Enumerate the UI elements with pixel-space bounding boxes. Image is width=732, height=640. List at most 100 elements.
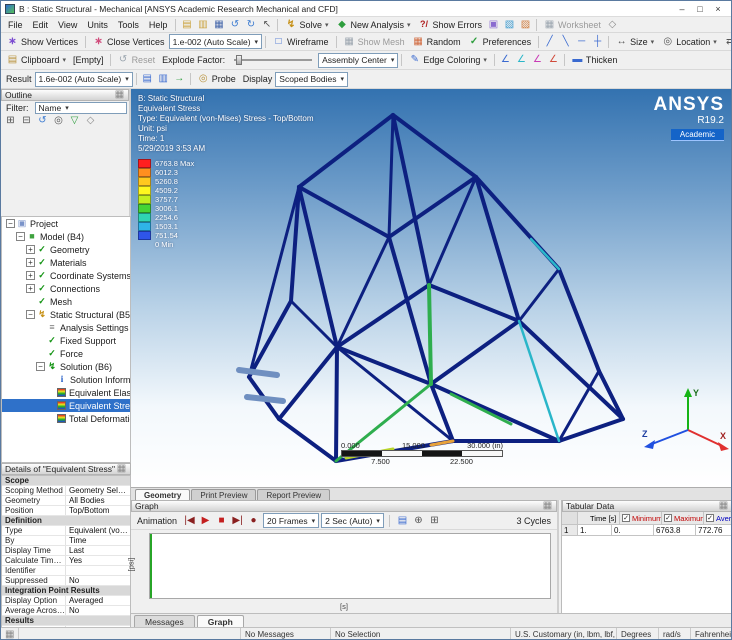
maximum-cell[interactable]: 6763.8: [654, 525, 696, 536]
graphics-viewport[interactable]: B: Static Structural Equivalent Stress Typ…: [131, 89, 731, 487]
chart-zoom-icon[interactable]: ⊕: [411, 514, 426, 528]
solve-button[interactable]: Solve: [281, 17, 332, 32]
details-row[interactable]: Type Equivalent (von-Mises) Stress: [2, 526, 130, 536]
details-row[interactable]: Suppressed No: [2, 576, 130, 586]
average-cell[interactable]: 772.76: [696, 525, 731, 536]
tabular-column-header[interactable]: Time [s]: [578, 512, 620, 525]
tree-expander[interactable]: [6, 219, 15, 228]
tabular-column-header[interactable]: Minimum [psi]: [620, 512, 662, 525]
tab-print-preview[interactable]: Print Preview: [191, 489, 257, 500]
details-row[interactable]: By Time: [2, 536, 130, 546]
details-row[interactable]: Position Top/Bottom: [2, 506, 130, 516]
edge-coloring-button[interactable]: Edge Coloring: [405, 53, 491, 68]
details-row[interactable]: Integration Point Results: [2, 586, 130, 596]
tree-item-total-deformation[interactable]: Total Deformation: [2, 412, 130, 425]
result-scale-select[interactable]: 1.6e-002 (Auto Scale): [34, 71, 133, 87]
tab-graph-bottom[interactable]: Graph: [196, 615, 244, 627]
menu-units[interactable]: Units: [82, 20, 113, 30]
preferences-button[interactable]: Preferences: [465, 34, 536, 49]
column-checkbox[interactable]: [706, 514, 714, 522]
step-last-icon[interactable]: ▶|: [230, 514, 245, 528]
details-row[interactable]: Geometry All Bodies: [2, 496, 130, 506]
menu-file[interactable]: File: [3, 20, 28, 30]
new-analysis-button[interactable]: New Analysis: [332, 17, 414, 32]
details-row[interactable]: Display Time Last: [2, 546, 130, 556]
graph-pin-icon[interactable]: [542, 501, 553, 511]
details-row[interactable]: Definition: [2, 516, 130, 526]
details-row[interactable]: Scope: [2, 476, 130, 486]
edge-straight-icon[interactable]: ─: [574, 35, 589, 49]
interference-icon[interactable]: ▣: [486, 18, 501, 32]
image-capture-icon[interactable]: ▨: [518, 18, 533, 32]
show-errors-button[interactable]: Show Errors: [415, 17, 487, 32]
tree-item-equivalent-elastic-strain[interactable]: Equivalent Elastic Strain: [2, 386, 130, 399]
undo-icon[interactable]: ↺: [227, 18, 242, 32]
menu-tools[interactable]: Tools: [113, 20, 144, 30]
menu-help[interactable]: Help: [144, 20, 173, 30]
search-tree-icon[interactable]: ◎: [51, 114, 66, 128]
probe-button[interactable]: Probe: [194, 72, 240, 87]
show-mesh-button[interactable]: Show Mesh: [340, 34, 409, 49]
clipboard-button[interactable]: Clipboard: [3, 53, 70, 68]
tree-item-coordinate-systems[interactable]: Coordinate Systems: [2, 269, 130, 282]
thicken-button[interactable]: Thicken: [568, 53, 622, 68]
tree-item-fixed-support[interactable]: Fixed Support: [2, 334, 130, 347]
save-icon[interactable]: ▦: [211, 18, 226, 32]
status-messages[interactable]: No Messages: [241, 628, 331, 639]
edge-midside-icon[interactable]: ╲: [558, 35, 573, 49]
details-row[interactable]: Average Across Bodies No: [2, 606, 130, 616]
new-file-icon[interactable]: ▤: [179, 18, 194, 32]
edge-direction-icon[interactable]: ╱: [542, 35, 557, 49]
duration-select[interactable]: 2 Sec (Auto): [321, 513, 384, 528]
contour-isolines-icon[interactable]: ▥: [156, 72, 171, 86]
reset-explode-button[interactable]: Reset: [114, 53, 160, 68]
tabular-column-header[interactable]: Maximum [psi]: [662, 512, 704, 525]
wireframe-button[interactable]: Wireframe: [269, 34, 333, 49]
column-checkbox[interactable]: [622, 514, 630, 522]
convert-button[interactable]: Convert: [721, 34, 731, 49]
slider-thumb[interactable]: [236, 55, 243, 65]
tree-item-geometry[interactable]: Geometry: [2, 243, 130, 256]
frames-select[interactable]: 20 Frames: [263, 513, 320, 528]
column-checkbox[interactable]: [580, 514, 588, 522]
edge-angle-magenta-icon[interactable]: ∠: [530, 53, 545, 67]
tree-item-solution[interactable]: Solution (B6): [2, 360, 130, 373]
redo-icon[interactable]: ↻: [243, 18, 258, 32]
tree-expander[interactable]: [36, 362, 45, 371]
vector-display-icon[interactable]: →: [172, 72, 187, 86]
details-row[interactable]: Display Option Averaged: [2, 596, 130, 606]
edge-cross-section-icon[interactable]: ┼: [590, 35, 605, 49]
edge-angle-cyan-icon[interactable]: ∠: [514, 53, 529, 67]
chart-icon[interactable]: ▧: [502, 18, 517, 32]
explode-factor-slider[interactable]: [234, 55, 313, 65]
details-row[interactable]: Identifier: [2, 566, 130, 576]
filter-tree-icon[interactable]: ▽: [67, 114, 82, 128]
close-vertices-button[interactable]: Close Vertices: [89, 34, 169, 49]
show-suppressed-icon[interactable]: ◇: [83, 114, 98, 128]
contour-bands-icon[interactable]: ▤: [140, 72, 155, 86]
tab-messages[interactable]: Messages: [134, 615, 195, 627]
status-angle-unit[interactable]: Degrees: [617, 628, 659, 639]
tree-item-force[interactable]: Force: [2, 347, 130, 360]
details-row[interactable]: Scoping Method Geometry Selection: [2, 486, 130, 496]
maximize-button[interactable]: □: [691, 4, 709, 14]
tree-expander[interactable]: [26, 258, 35, 267]
scoped-bodies-select[interactable]: Scoped Bodies: [275, 71, 348, 87]
outline-pin-icon[interactable]: [114, 90, 125, 100]
tree-expander[interactable]: [26, 245, 35, 254]
minimize-button[interactable]: –: [673, 4, 691, 14]
show-vertices-button[interactable]: Show Vertices: [3, 34, 82, 49]
assembly-center-select[interactable]: Assembly Center: [318, 52, 399, 68]
size-button[interactable]: Size: [612, 34, 658, 49]
chart-fit-icon[interactable]: ⊞: [427, 514, 442, 528]
tree-expander[interactable]: [16, 232, 25, 241]
minimum-cell[interactable]: 0.: [612, 525, 654, 536]
menu-view[interactable]: View: [53, 20, 82, 30]
tab-report-preview[interactable]: Report Preview: [257, 489, 331, 500]
tree-expander[interactable]: [26, 271, 35, 280]
status-angular-rate-unit[interactable]: rad/s: [659, 628, 691, 639]
close-button[interactable]: ×: [709, 4, 727, 14]
tree-expander[interactable]: [26, 310, 35, 319]
details-row[interactable]: Results: [2, 616, 130, 626]
tree-item-materials[interactable]: Materials: [2, 256, 130, 269]
